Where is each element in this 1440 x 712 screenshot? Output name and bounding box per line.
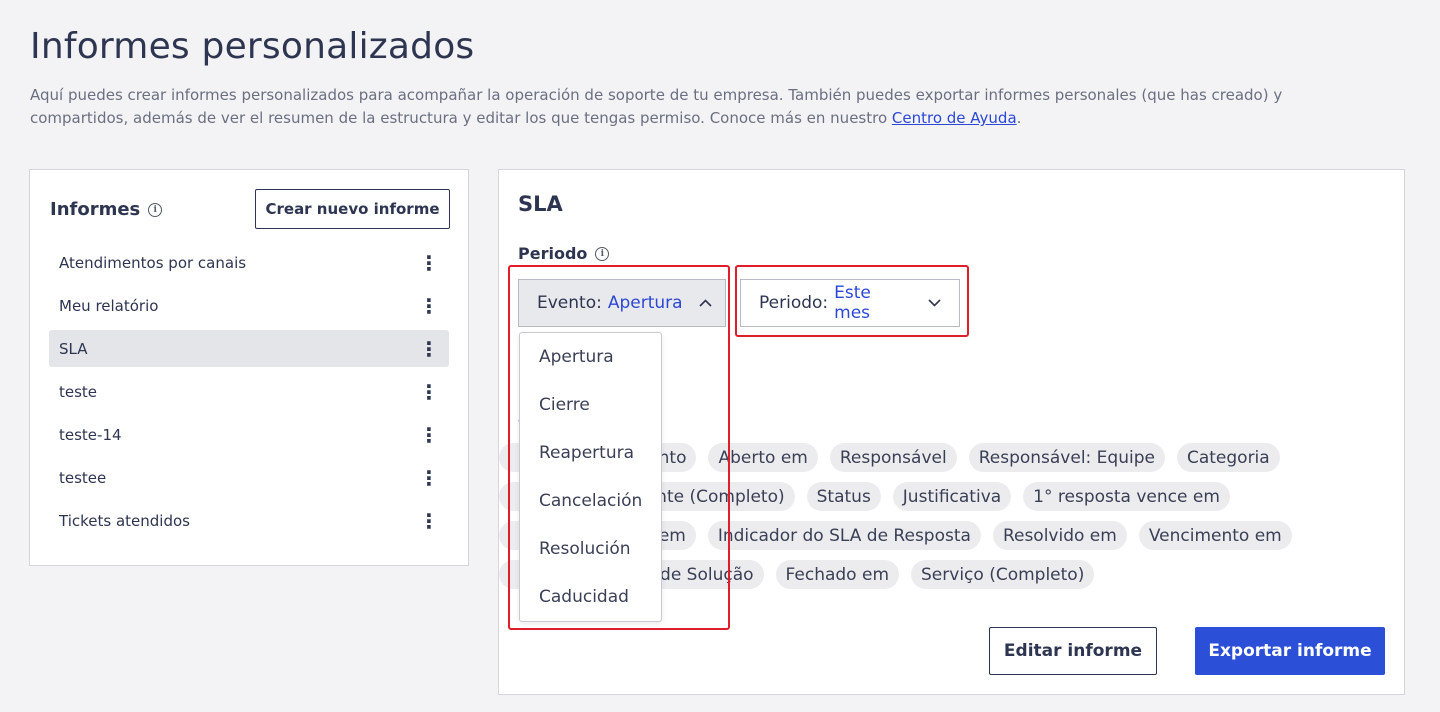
column-chip: Categoria — [1176, 443, 1280, 472]
column-chip: Indicador do SLA de Resposta — [707, 521, 981, 550]
dropdown-option-cierre[interactable]: Cierre — [520, 381, 661, 429]
column-chip: Fechado em — [775, 560, 900, 589]
reports-header: Informes i — [50, 199, 163, 220]
column-chip: Justificativa — [892, 482, 1012, 511]
page-title: Informes personalizados — [30, 26, 475, 67]
more-options-icon[interactable]: ⋮ — [419, 253, 439, 273]
period-label: Periodo — [518, 244, 588, 263]
report-item-label: Meu relatório — [59, 296, 159, 315]
report-item-label: SLA — [59, 339, 88, 358]
more-options-icon[interactable]: ⋮ — [419, 425, 439, 445]
description-end: . — [1016, 109, 1022, 127]
report-item[interactable]: Atendimentos por canais ⋮ — [49, 244, 449, 281]
help-center-link[interactable]: Centro de Ayuda — [892, 109, 1017, 127]
more-options-icon[interactable]: ⋮ — [419, 296, 439, 316]
report-item[interactable]: teste-14 ⋮ — [49, 416, 449, 453]
export-report-button[interactable]: Exportar informe — [1195, 627, 1385, 675]
highlight-box-period — [735, 265, 969, 337]
reports-panel: Informes i Crear nuevo informe Atendimen… — [29, 169, 469, 566]
report-item-label: teste — [59, 382, 98, 401]
more-options-icon[interactable]: ⋮ — [419, 382, 439, 402]
report-list: Atendimentos por canais ⋮ Meu relatório … — [49, 244, 449, 545]
edit-report-button[interactable]: Editar informe — [989, 627, 1157, 675]
dropdown-option-reapertura[interactable]: Reapertura — [520, 429, 661, 477]
create-report-button[interactable]: Crear nuevo informe — [255, 189, 450, 229]
info-icon[interactable]: i — [595, 246, 610, 261]
report-item[interactable]: Tickets atendidos ⋮ — [49, 502, 449, 539]
info-icon[interactable]: i — [148, 202, 163, 217]
dropdown-option-resolucion[interactable]: Resolución — [520, 525, 661, 573]
column-chip: 1° resposta vence em — [1023, 482, 1230, 511]
column-chip: Responsável — [829, 443, 957, 472]
event-dropdown-menu: Apertura Cierre Reapertura Cancelación R… — [519, 332, 662, 622]
more-options-icon[interactable]: ⋮ — [419, 511, 439, 531]
page-description: Aquí puedes crear informes personalizado… — [30, 84, 1320, 130]
report-item[interactable]: testee ⋮ — [49, 459, 449, 496]
dropdown-option-apertura[interactable]: Apertura — [520, 333, 661, 381]
report-item-label: testee — [59, 468, 107, 487]
more-options-icon[interactable]: ⋮ — [419, 468, 439, 488]
dropdown-option-cancelacion[interactable]: Cancelación — [520, 477, 661, 525]
more-options-icon[interactable]: ⋮ — [419, 339, 439, 359]
dropdown-option-caducidad[interactable]: Caducidad — [520, 573, 661, 621]
column-chip: Responsável: Equipe — [968, 443, 1165, 472]
period-heading: Periodo i — [518, 244, 610, 263]
column-chip: Status — [806, 482, 881, 511]
report-item-active[interactable]: SLA ⋮ — [49, 330, 449, 367]
report-item[interactable]: Meu relatório ⋮ — [49, 287, 449, 324]
report-item-label: Tickets atendidos — [59, 511, 190, 530]
column-chip: Vencimento em — [1138, 521, 1292, 550]
report-item-label: teste-14 — [59, 425, 122, 444]
reports-title: Informes — [50, 199, 141, 220]
report-item[interactable]: teste ⋮ — [49, 373, 449, 410]
column-chip: Serviço (Completo) — [911, 560, 1095, 589]
column-chip: Resolvido em — [992, 521, 1127, 550]
description-text: Aquí puedes crear informes personalizado… — [30, 86, 1283, 127]
report-title: SLA — [518, 192, 563, 216]
report-item-label: Atendimentos por canais — [59, 253, 247, 272]
